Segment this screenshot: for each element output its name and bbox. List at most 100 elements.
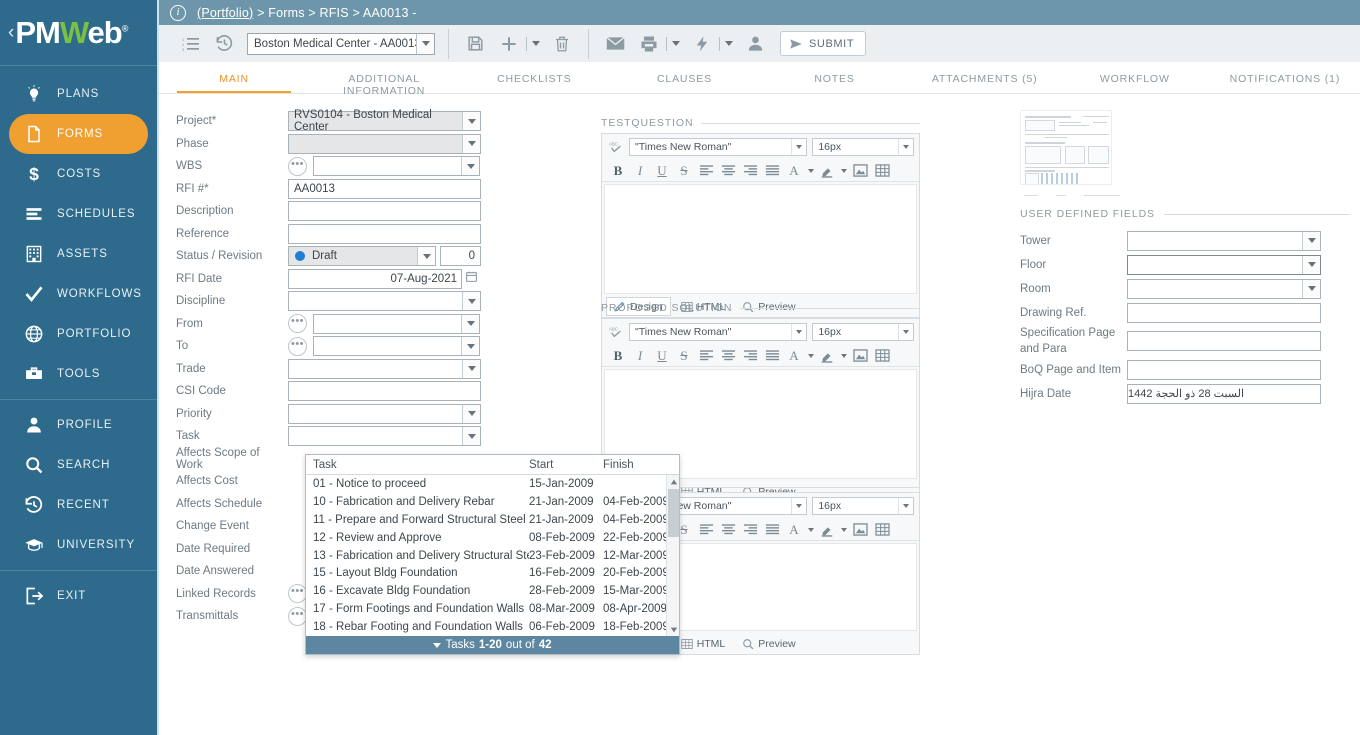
sidebar-item-exit[interactable]: EXIT bbox=[9, 576, 148, 616]
chevron-down-icon[interactable] bbox=[898, 139, 913, 155]
chevron-down-icon[interactable] bbox=[416, 33, 434, 54]
image-icon[interactable] bbox=[850, 161, 870, 181]
sidebar-item-schedules[interactable]: SCHEDULES bbox=[9, 194, 148, 234]
add-dropdown-chevron-icon[interactable] bbox=[527, 39, 545, 48]
table-icon[interactable] bbox=[872, 346, 892, 366]
project-selector[interactable]: Boston Medical Center - AA0013 - bbox=[247, 32, 435, 55]
tab-notes[interactable]: NOTES bbox=[760, 62, 910, 93]
spellcheck-icon[interactable]: ABC bbox=[607, 140, 624, 154]
task-row[interactable]: 13 - Fabrication and Delivery Structural… bbox=[306, 547, 679, 565]
font-color-chevron-icon[interactable] bbox=[806, 520, 815, 540]
sidebar-item-search[interactable]: SEARCH bbox=[9, 445, 148, 485]
to-ellipsis-button[interactable]: ••• bbox=[288, 336, 307, 356]
task-row[interactable]: 11 - Prepare and Forward Structural Stee… bbox=[306, 511, 679, 529]
trash-icon[interactable] bbox=[545, 29, 579, 59]
task-dropdown-footer[interactable]: Tasks 1-20 out of 42 bbox=[306, 636, 679, 654]
chevron-down-icon[interactable] bbox=[791, 324, 806, 340]
collapse-chevron-icon[interactable]: ‹ bbox=[8, 22, 14, 44]
align-justify-icon[interactable] bbox=[762, 346, 782, 366]
project-field[interactable]: RVS0104 - Boston Medical Center bbox=[288, 109, 481, 133]
font-size-select[interactable]: 16px bbox=[812, 138, 914, 156]
font-color-button[interactable]: A bbox=[784, 346, 804, 366]
task-row[interactable]: 18 - Rebar Footing and Foundation Walls 0… bbox=[306, 618, 679, 636]
sidebar-item-recent[interactable]: RECENT bbox=[9, 485, 148, 525]
csi-code-input[interactable] bbox=[288, 381, 481, 402]
status-select[interactable]: Draft bbox=[288, 246, 436, 267]
tab-clauses[interactable]: CLAUSES bbox=[609, 62, 759, 93]
chevron-down-icon[interactable] bbox=[898, 498, 913, 514]
table-icon[interactable] bbox=[872, 520, 892, 540]
plus-icon[interactable] bbox=[492, 29, 526, 59]
list-icon[interactable]: 123 bbox=[173, 29, 207, 59]
column-header-start[interactable]: Start bbox=[529, 459, 603, 471]
italic-button[interactable]: I bbox=[630, 346, 650, 366]
tab-main[interactable]: MAIN bbox=[159, 62, 309, 93]
highlight-chevron-icon[interactable] bbox=[839, 161, 848, 181]
task-dropdown-panel[interactable]: Task Start Finish 01 - Notice to proceed… bbox=[305, 454, 680, 655]
to-field[interactable] bbox=[313, 336, 480, 357]
udf-field-tower[interactable] bbox=[1127, 230, 1321, 251]
sidebar-item-forms[interactable]: FORMS bbox=[9, 114, 148, 154]
printer-icon[interactable] bbox=[632, 29, 666, 59]
sidebar-item-university[interactable]: UNIVERSITY bbox=[9, 525, 148, 565]
revision-input[interactable]: 0 bbox=[440, 246, 481, 267]
editor-tab-preview[interactable]: Preview bbox=[735, 634, 802, 653]
chevron-down-icon[interactable] bbox=[1302, 255, 1320, 274]
scroll-down-arrow-icon[interactable] bbox=[667, 623, 679, 636]
font-color-chevron-icon[interactable] bbox=[806, 346, 815, 366]
task-row[interactable]: 10 - Fabrication and Delivery Rebar 21-Ja… bbox=[306, 493, 679, 511]
tab-attachments-5[interactable]: ATTACHMENTS (5) bbox=[910, 62, 1060, 93]
chevron-down-icon[interactable] bbox=[791, 139, 806, 155]
sidebar-item-portfolio[interactable]: PORTFOLIO bbox=[9, 314, 148, 354]
highlight-chevron-icon[interactable] bbox=[839, 346, 848, 366]
tab-workflow[interactable]: WORKFLOW bbox=[1060, 62, 1210, 93]
udf-field-hijra-date[interactable]: السبت 28 ذو الحجة 1442 bbox=[1127, 383, 1321, 404]
rfi-date-input[interactable]: 07-Aug-2021 bbox=[288, 268, 462, 289]
strikethrough-button[interactable]: S bbox=[674, 346, 694, 366]
task-row[interactable]: 17 - Form Footings and Foundation Walls 0… bbox=[306, 600, 679, 618]
spellcheck-icon[interactable]: ABC bbox=[607, 325, 624, 339]
align-center-icon[interactable] bbox=[718, 161, 738, 181]
task-row[interactable]: 12 - Review and Approve 08-Feb-2009 22-Feb… bbox=[306, 529, 679, 547]
envelope-icon[interactable] bbox=[598, 29, 632, 59]
breadcrumb-link-portfolio[interactable]: (Portfolio) bbox=[197, 6, 253, 20]
font-color-chevron-icon[interactable] bbox=[806, 161, 815, 181]
editor-tab-html[interactable]: HTML bbox=[674, 634, 733, 653]
from-ellipsis-button[interactable]: ••• bbox=[288, 314, 307, 334]
from-field[interactable] bbox=[313, 313, 480, 334]
font-color-button[interactable]: A bbox=[784, 520, 804, 540]
font-color-button[interactable]: A bbox=[784, 161, 804, 181]
image-icon[interactable] bbox=[850, 346, 870, 366]
calendar-icon[interactable] bbox=[465, 270, 478, 288]
history-icon[interactable] bbox=[207, 29, 241, 59]
strikethrough-button[interactable]: S bbox=[674, 161, 694, 181]
sidebar-item-profile[interactable]: PROFILE bbox=[9, 405, 148, 445]
task-row[interactable]: 16 - Excavate Bldg Foundation 28-Feb-2009… bbox=[306, 582, 679, 600]
chevron-down-icon[interactable] bbox=[462, 427, 480, 446]
table-icon[interactable] bbox=[872, 161, 892, 181]
align-justify-icon[interactable] bbox=[762, 161, 782, 181]
highlight-chevron-icon[interactable] bbox=[839, 520, 848, 540]
pmweb-logo[interactable]: ‹ PMWeb® bbox=[0, 0, 157, 65]
tab-checklists[interactable]: CHECKLISTS bbox=[459, 62, 609, 93]
chevron-down-icon[interactable] bbox=[898, 324, 913, 340]
sidebar-item-plans[interactable]: PLANS bbox=[9, 74, 148, 114]
lightning-icon[interactable] bbox=[685, 29, 719, 59]
task-dropdown-scrollbar[interactable] bbox=[666, 475, 679, 636]
person-icon[interactable] bbox=[738, 29, 772, 59]
font-family-select[interactable]: "Times New Roman" bbox=[629, 323, 808, 341]
info-icon[interactable]: i bbox=[170, 4, 186, 21]
italic-button[interactable]: I bbox=[630, 161, 650, 181]
align-left-icon[interactable] bbox=[696, 520, 716, 540]
chevron-down-icon[interactable] bbox=[461, 314, 479, 333]
udf-field-room[interactable] bbox=[1127, 278, 1321, 299]
scrollbar-thumb[interactable] bbox=[668, 489, 679, 537]
task-row[interactable]: 01 - Notice to proceed 15-Jan-2009 bbox=[306, 475, 679, 493]
chevron-down-icon[interactable] bbox=[461, 337, 479, 356]
print-dropdown-chevron-icon[interactable] bbox=[667, 39, 685, 48]
editor-content-area[interactable] bbox=[604, 184, 917, 294]
chevron-down-icon[interactable] bbox=[462, 134, 480, 153]
tab-additional-information[interactable]: ADDITIONAL INFORMATION bbox=[309, 62, 459, 97]
align-justify-icon[interactable] bbox=[762, 520, 782, 540]
highlight-icon[interactable] bbox=[817, 520, 837, 540]
